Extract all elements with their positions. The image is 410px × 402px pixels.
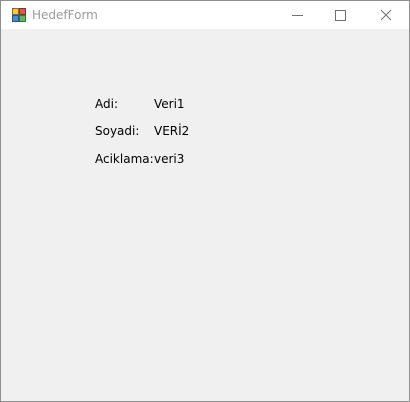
aciklama-label: Aciklama: [95,152,154,166]
maximize-icon [334,9,346,21]
close-button[interactable] [363,1,409,29]
hedef-form-window: HedefForm Adi: Veri1 Soyadi: VERİ2 Acikl… [0,0,410,402]
aciklama-value: veri3 [154,152,185,166]
title-bar[interactable]: HedefForm [1,1,409,29]
close-icon [380,9,392,21]
window-title: HedefForm [32,8,98,22]
maximize-button[interactable] [317,1,363,29]
soyadi-value: VERİ2 [154,124,190,138]
form-client-area: Adi: Veri1 Soyadi: VERİ2 Aciklama: veri3 [1,29,409,401]
adi-value: Veri1 [154,97,185,111]
app-icon [12,8,26,22]
minimize-button[interactable] [274,1,320,29]
adi-label: Adi: [95,97,118,111]
soyadi-label: Soyadi: [95,124,140,138]
minimize-icon [291,14,303,16]
